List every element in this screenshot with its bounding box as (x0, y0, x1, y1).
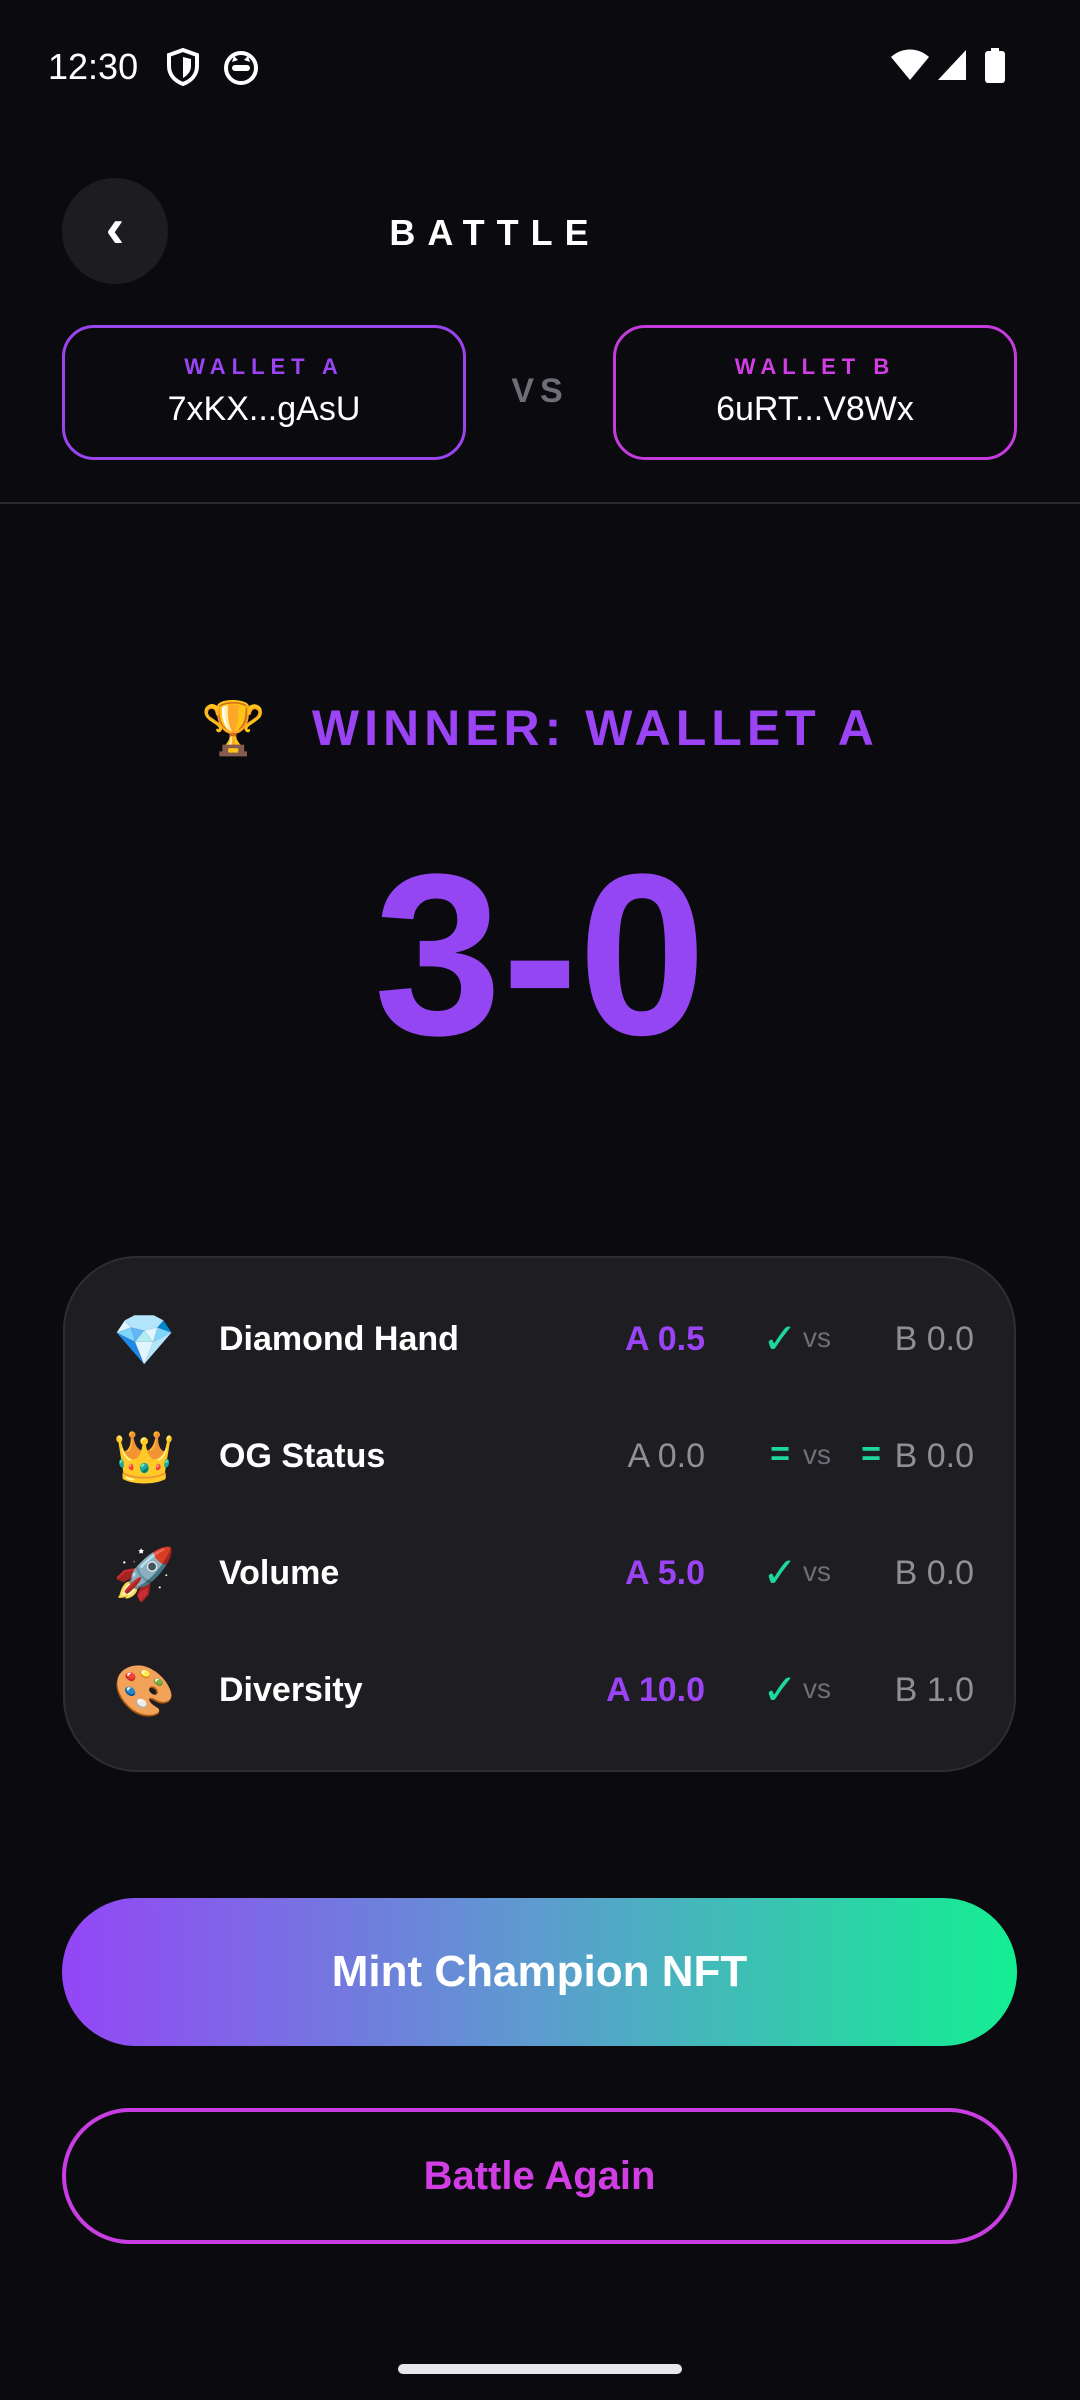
stat-row-volume: 🚀 Volume A 5.0 ✓ vs B 0.0 (65, 1534, 1018, 1614)
wallet-a-label: WALLET A (184, 354, 344, 379)
stat-row-diversity: 🎨 Diversity A 10.0 ✓ vs B 1.0 (65, 1651, 1018, 1731)
stat-value-a: A 0.0 (627, 1437, 705, 1475)
palette-icon: 🎨 (113, 1663, 176, 1719)
stat-label: Volume (219, 1554, 340, 1592)
check-icon: ✓ (762, 1549, 798, 1596)
stat-value-b: B 0.0 (894, 1437, 974, 1475)
stat-label: Diversity (219, 1671, 363, 1709)
battle-again-button[interactable]: Battle Again (62, 2108, 1017, 2244)
check-icon: ✓ (762, 1666, 798, 1713)
stat-vs: vs (803, 1322, 831, 1353)
divider (0, 502, 1080, 504)
stat-vs: vs (803, 1556, 831, 1587)
vs-label: VS (511, 372, 569, 410)
wallet-b-address: 6uRT...V8Wx (716, 390, 914, 428)
stat-value-a: A 5.0 (624, 1554, 705, 1592)
trophy-icon: 🏆 (201, 699, 266, 758)
header: ‹ BATTLE (0, 170, 1080, 290)
gem-icon: 💎 (113, 1312, 176, 1368)
crown-icon: 👑 (113, 1429, 176, 1485)
wallet-b-label: WALLET B (734, 354, 896, 379)
score: 3-0 (373, 826, 707, 1083)
mint-champion-nft-button[interactable]: Mint Champion NFT (62, 1898, 1017, 2046)
wallet-b-card[interactable]: WALLET B 6uRT...V8Wx (613, 325, 1017, 460)
stat-value-b: B 1.0 (894, 1671, 974, 1709)
stat-value-b: B 0.0 (894, 1554, 974, 1592)
stat-value-b: B 0.0 (894, 1320, 974, 1358)
winner-banner: 🏆 WINNER: WALLET A (0, 698, 1080, 758)
battery-icon (984, 48, 1006, 89)
equal-icon: = (770, 1435, 790, 1473)
stat-label: OG Status (219, 1437, 386, 1475)
stat-value-a: A 0.5 (624, 1320, 705, 1358)
stat-vs: vs (803, 1439, 831, 1470)
mint-button-label: Mint Champion NFT (331, 1947, 748, 1996)
equal-icon: = (861, 1435, 881, 1473)
cat-face-icon (222, 48, 260, 91)
wifi-icon (890, 48, 930, 87)
home-indicator[interactable] (398, 2364, 682, 2374)
winner-text: WINNER: WALLET A (311, 700, 879, 756)
wallet-a-address: 7xKX...gAsU (167, 390, 361, 428)
cellular-signal-icon (936, 48, 968, 87)
stat-row-diamond-hand: 💎 Diamond Hand A 0.5 ✓ vs B 0.0 (65, 1300, 1018, 1380)
shield-icon (166, 47, 200, 91)
status-time: 12:30 (48, 46, 139, 87)
battle-again-label: Battle Again (423, 2153, 656, 2198)
stat-label: Diamond Hand (219, 1320, 459, 1358)
stat-row-og-status: 👑 OG Status A 0.0 = vs = B 0.0 (65, 1417, 1018, 1497)
rocket-icon: 🚀 (113, 1546, 176, 1602)
stat-value-a: A 10.0 (606, 1671, 705, 1709)
status-bar: 12:30 (0, 0, 1080, 136)
stat-vs: vs (803, 1673, 831, 1704)
page-title: BATTLE (389, 212, 601, 253)
check-icon: ✓ (762, 1315, 798, 1362)
stats-card: 💎 Diamond Hand A 0.5 ✓ vs B 0.0 👑 OG Sta… (63, 1256, 1016, 1772)
wallet-a-card[interactable]: WALLET A 7xKX...gAsU (62, 325, 466, 460)
